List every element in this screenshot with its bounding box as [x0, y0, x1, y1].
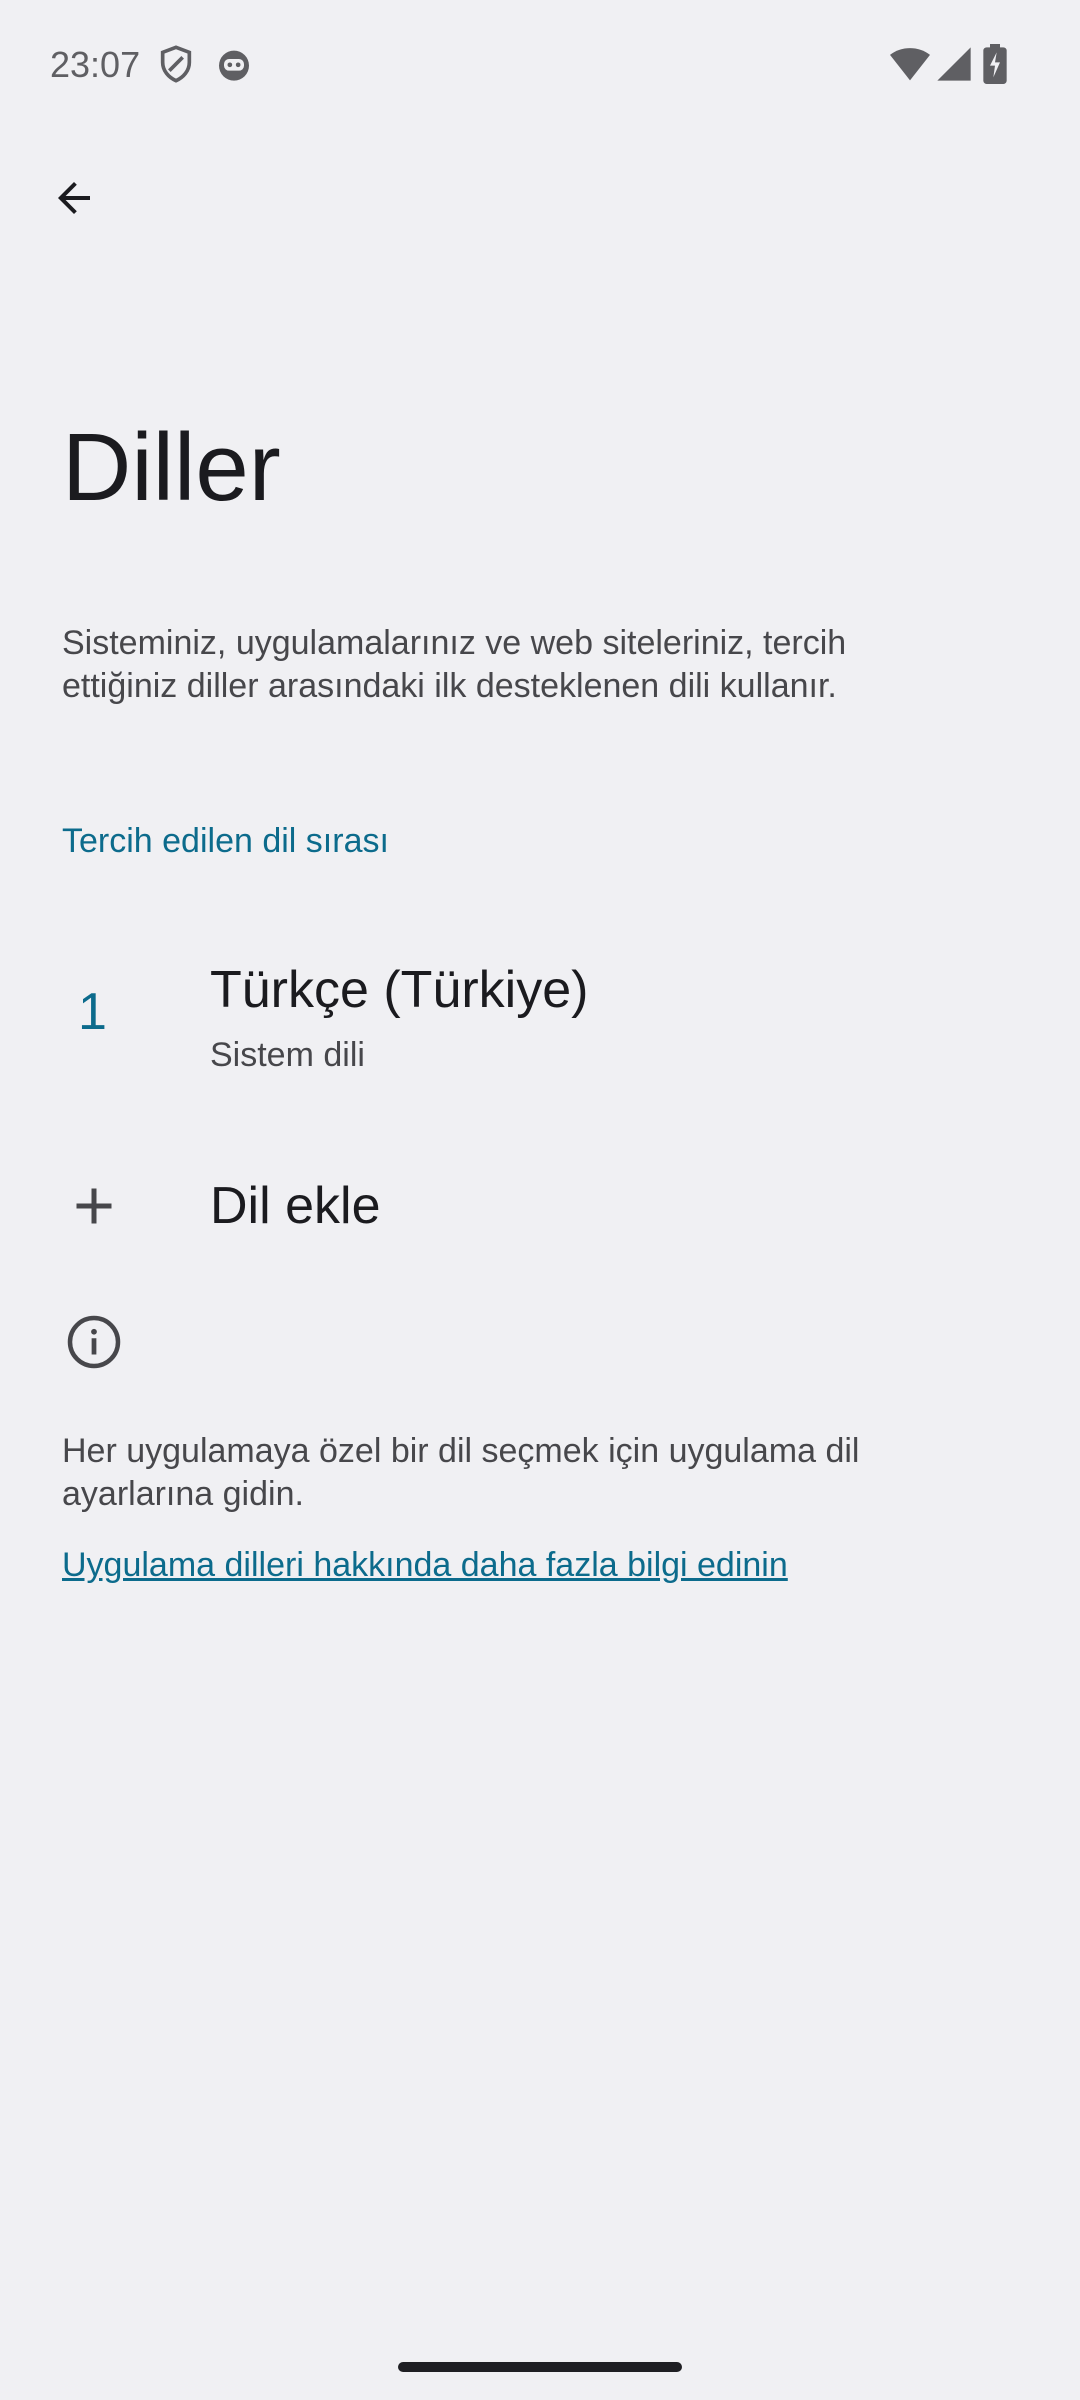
status-time: 23:07 — [50, 44, 141, 85]
battery-charging-icon — [982, 44, 1008, 84]
status-bar: 23:07 — [0, 0, 1080, 130]
shield-icon — [156, 44, 196, 84]
wifi-icon — [888, 44, 932, 84]
arrow-back-icon — [50, 174, 98, 227]
back-button[interactable] — [40, 166, 108, 234]
add-language-button[interactable]: Dil ekle — [0, 1150, 1080, 1260]
section-header: Tercih edilen dil sırası — [62, 822, 389, 860]
page-description: Sisteminiz, uygulamalarınız ve web sitel… — [62, 624, 847, 705]
page-title: Diller — [62, 414, 281, 521]
add-language-label: Dil ekle — [210, 1177, 381, 1235]
gesture-navigation-bar[interactable] — [398, 2362, 682, 2372]
language-summary: Sistem dili — [210, 1036, 365, 1074]
footer-text: Her uygulamaya özel bir dil seçmek için … — [62, 1432, 860, 1513]
learn-more-link[interactable]: Uygulama dilleri hakkında daha fazla bil… — [62, 1546, 788, 1585]
language-index: 1 — [78, 983, 107, 1041]
language-item-turkish[interactable]: 1 Türkçe (Türkiye) Sistem dili — [0, 930, 1080, 1100]
info-icon — [64, 1312, 124, 1372]
android-icon — [214, 44, 254, 84]
signal-icon — [934, 44, 974, 84]
language-name: Türkçe (Türkiye) — [210, 961, 589, 1019]
plus-icon — [64, 1176, 124, 1236]
